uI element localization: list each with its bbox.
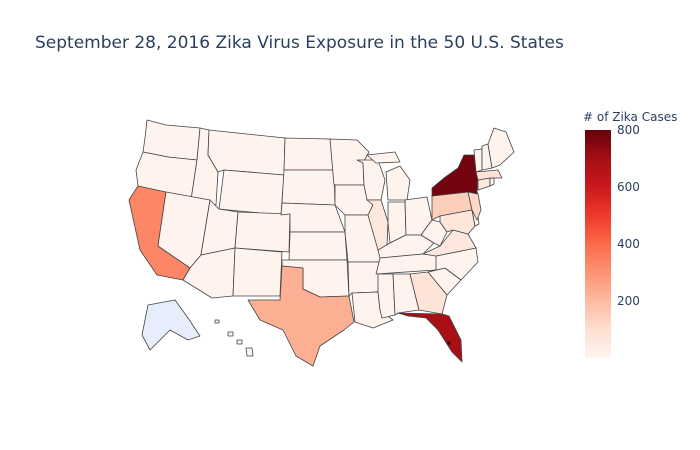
state-new-mexico: [232, 247, 283, 297]
state-montana: [207, 129, 286, 176]
colorbar-tick-label: 600: [617, 180, 640, 194]
colorbar: [585, 130, 611, 358]
state-colorado: [234, 211, 291, 253]
state-mississippi: [377, 273, 396, 319]
state-florida: [397, 312, 463, 363]
state-north-dakota: [283, 137, 335, 171]
state-massachusetts: [475, 169, 503, 181]
colorbar-tick-label: 200: [617, 294, 640, 308]
state-maine: [487, 127, 515, 169]
state-nebraska: [280, 202, 346, 233]
state-arkansas: [347, 261, 382, 297]
state-rhode-island: [489, 177, 495, 187]
state-new-york: [431, 154, 479, 197]
map-point-marker: [447, 341, 451, 345]
colorbar-tick-label: 400: [617, 237, 640, 251]
state-hawaii: [214, 319, 254, 357]
state-kansas: [288, 231, 348, 261]
colorbar-title: # of Zika Cases: [583, 110, 678, 124]
state-south-dakota: [281, 169, 336, 206]
state-wyoming: [218, 169, 285, 216]
colorbar-tick-label: 800: [617, 123, 640, 137]
state-alaska: [141, 299, 201, 351]
